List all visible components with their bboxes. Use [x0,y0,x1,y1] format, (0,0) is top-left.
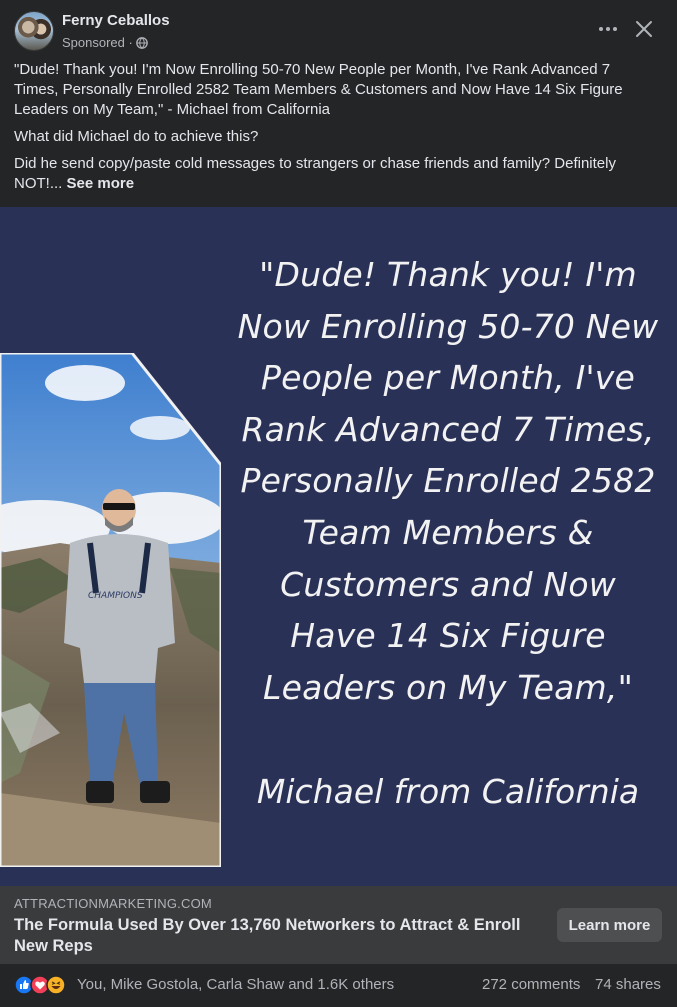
sponsored-label[interactable]: Sponsored · [62,35,133,50]
more-options-dot [606,27,610,31]
quote-line: Now Enrolling 50-70 New [237,306,659,346]
quote-line: "Dude! Thank you! I'm [259,255,637,294]
avatar[interactable] [14,11,54,51]
more-options-button[interactable] [592,16,624,42]
quote-line: Rank Advanced 7 Times, [241,409,655,449]
link-headline[interactable]: The Formula Used By Over 13,760 Networke… [14,915,544,957]
post-meta: Sponsored · [62,35,148,50]
post-header: Ferny Ceballos Sponsored · [0,0,677,60]
quote-line: People per Month, I've [260,358,636,398]
author-name[interactable]: Ferny Ceballos [62,12,170,29]
sponsored-post: Ferny Ceballos Sponsored · "Dude! Thank … [0,0,677,1007]
link-domain: ATTRACTIONMARKETING.COM [14,896,212,911]
reactions-icons[interactable] [14,975,74,995]
ad-image[interactable]: CHAMPIONS "Dude! Thank you! I'm Now Enro… [0,207,677,886]
globe-icon [135,36,148,49]
quote-line: Customers and Now [280,564,616,604]
learn-more-button[interactable]: Learn more [557,908,662,942]
testimonial-quote: "Dude! Thank you! I'm Now Enrolling 50-7… [222,249,674,713]
link-preview[interactable]: ATTRACTIONMARKETING.COM The Formula Used… [0,886,677,964]
more-options-dot [613,27,617,31]
shares-count[interactable]: 74 shares [595,976,661,993]
testimonial-photo: CHAMPIONS [0,353,221,867]
caption-paragraph: What did Michael do to achieve this? [14,128,259,145]
comments-count[interactable]: 272 comments [482,976,580,993]
quote-line: Have 14 Six Figure [290,616,606,656]
more-options-icon [599,27,603,31]
quote-line: Leaders on My Team," [263,667,633,707]
caption-paragraph: Did he send copy/paste cold messages to … [14,154,654,194]
see-more-link[interactable]: See more [67,175,135,192]
quote-line: Personally Enrolled 2582 [240,461,656,501]
caption-paragraph: "Dude! Thank you! I'm Now Enrolling 50-7… [14,61,623,118]
quote-line: Team Members & [302,512,594,552]
post-caption: "Dude! Thank you! I'm Now Enrolling 50-7… [14,60,654,201]
engagement-bar: You, Mike Gostola, Carla Shaw and 1.6K o… [0,964,677,1007]
haha-icon [46,975,66,995]
shirt-text: CHAMPIONS [88,591,143,601]
close-icon[interactable] [631,16,657,42]
reaction-names[interactable]: You, Mike Gostola, Carla Shaw and 1.6K o… [77,976,394,993]
testimonial-attribution: Michael from California [256,772,640,811]
